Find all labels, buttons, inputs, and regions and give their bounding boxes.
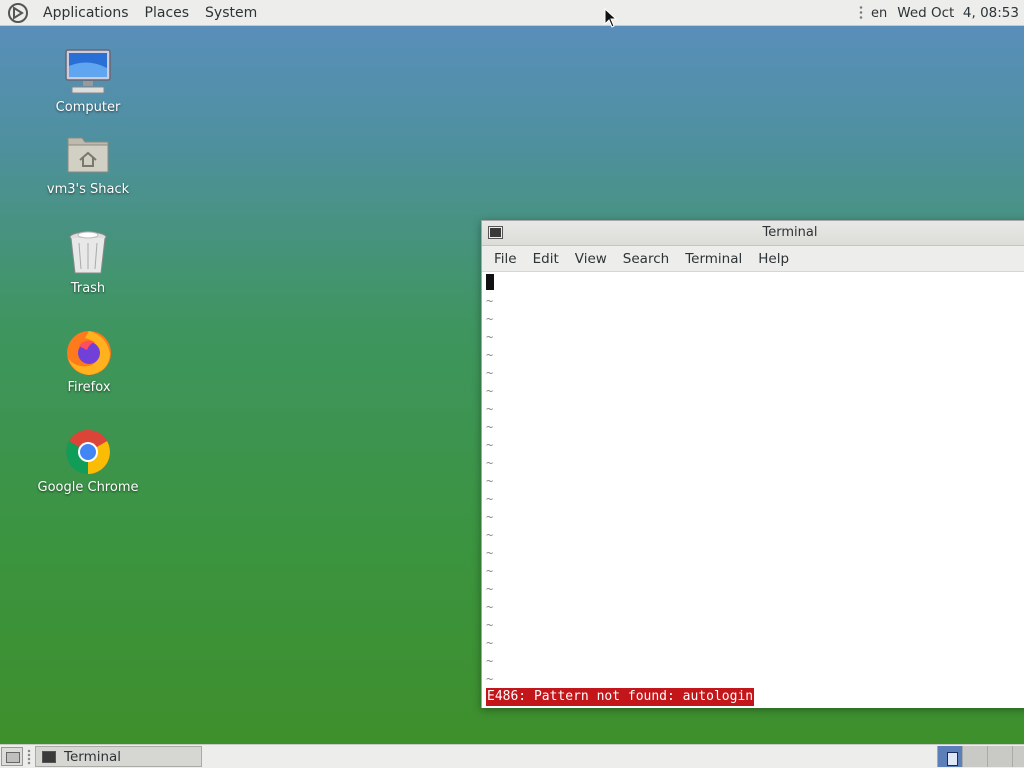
mouse-pointer-icon — [604, 8, 618, 28]
chrome-icon — [64, 428, 112, 476]
desktop-icon-label: Firefox — [67, 380, 111, 395]
vim-tilde-line: ~ — [486, 294, 494, 308]
vim-tilde-line: ~ — [486, 366, 494, 380]
terminal-content[interactable]: ~ ~ ~ ~ ~ ~ ~ ~ ~ ~ ~ ~ ~ ~ ~ ~ ~ ~ ~ ~ ~ ~ E486: Pattern not… — [482, 272, 1024, 708]
workspace-1[interactable] — [937, 746, 962, 767]
desktop-icon-label: Trash — [70, 281, 106, 296]
vim-tilde-line: ~ — [486, 492, 494, 506]
computer-icon — [64, 48, 112, 96]
menu-edit[interactable]: Edit — [525, 251, 567, 267]
desktop-icon-computer[interactable]: Computer — [28, 48, 148, 115]
vim-tilde-line: ~ — [486, 618, 494, 632]
desktop-icon-label: Computer — [55, 100, 121, 115]
taskbar-terminal-button[interactable]: Terminal — [35, 746, 202, 767]
top-panel: Applications Places System en Wed Oct 4,… — [0, 0, 1024, 26]
menu-file[interactable]: File — [486, 251, 525, 267]
applications-menu[interactable]: Applications — [35, 0, 137, 26]
vim-tilde-line: ~ — [486, 420, 494, 434]
desktop-icon-home[interactable]: vm3's Shack — [28, 130, 148, 197]
desktop-icon-label: vm3's Shack — [46, 182, 130, 197]
panel-separator — [859, 5, 864, 21]
vim-tilde-line: ~ — [486, 636, 494, 650]
terminal-window[interactable]: Terminal File Edit View Search Terminal … — [481, 220, 1024, 708]
vim-tilde-line: ~ — [486, 672, 494, 686]
trash-icon — [64, 229, 112, 277]
gnome-foot-icon[interactable] — [7, 2, 29, 24]
vim-tilde-line: ~ — [486, 564, 494, 578]
desktop-icon-firefox[interactable]: Firefox — [29, 328, 149, 395]
workspace-3[interactable] — [987, 746, 1012, 767]
vim-tilde-line: ~ — [486, 402, 494, 416]
firefox-icon — [65, 328, 113, 376]
desktop-icon-trash[interactable]: Trash — [28, 229, 148, 296]
bottom-panel: Terminal — [0, 744, 1024, 768]
vim-tilde-line: ~ — [486, 546, 494, 560]
vim-tilde-line: ~ — [486, 330, 494, 344]
workspace-2[interactable] — [962, 746, 987, 767]
workspace-4[interactable] — [1012, 746, 1024, 767]
vim-empty-lines: ~ ~ ~ ~ ~ ~ ~ ~ ~ ~ ~ ~ ~ ~ ~ ~ ~ ~ ~ ~ ~ ~ — [486, 292, 493, 688]
language-indicator[interactable]: en — [871, 6, 887, 21]
system-menu[interactable]: System — [197, 0, 265, 26]
terminal-icon — [42, 750, 56, 763]
vim-tilde-line: ~ — [486, 582, 494, 596]
window-title: Terminal — [762, 225, 818, 240]
menu-view[interactable]: View — [567, 251, 615, 267]
vim-tilde-line: ~ — [486, 384, 494, 398]
text-cursor — [486, 274, 494, 290]
desktop-icon-chrome[interactable]: Google Chrome — [28, 428, 148, 495]
vim-tilde-line: ~ — [486, 456, 494, 470]
vim-tilde-line: ~ — [486, 600, 494, 614]
vim-tilde-line: ~ — [486, 528, 494, 542]
menu-help[interactable]: Help — [750, 251, 797, 267]
clock[interactable]: Wed Oct 4, 08:53 — [897, 5, 1019, 21]
vim-tilde-line: ~ — [486, 348, 494, 362]
desktop-icon-label: Google Chrome — [37, 480, 139, 495]
vim-error-message: E486: Pattern not found: autologin — [486, 688, 755, 706]
vim-tilde-line: ~ — [486, 474, 494, 488]
terminal-titlebar[interactable]: Terminal — [482, 221, 1024, 246]
taskbar-item-label: Terminal — [64, 748, 122, 765]
places-menu[interactable]: Places — [137, 0, 198, 26]
vim-tilde-line: ~ — [486, 312, 494, 326]
terminal-menubar: File Edit View Search Terminal Help — [482, 246, 1024, 272]
panel-grip — [27, 749, 31, 765]
menu-search[interactable]: Search — [615, 251, 677, 267]
vim-tilde-line: ~ — [486, 654, 494, 668]
menu-terminal[interactable]: Terminal — [677, 251, 750, 267]
home-folder-icon — [64, 130, 112, 178]
vim-tilde-line: ~ — [486, 438, 494, 452]
show-desktop-button[interactable] — [1, 747, 23, 766]
vim-tilde-line: ~ — [486, 510, 494, 524]
